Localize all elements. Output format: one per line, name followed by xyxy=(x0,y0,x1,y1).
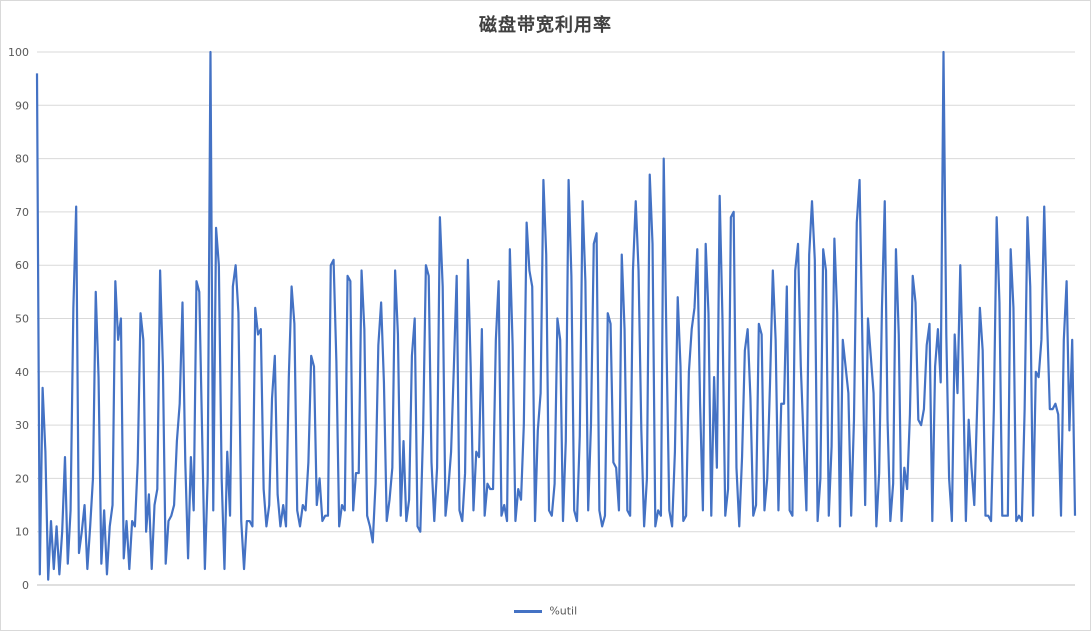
y-tick-label-70: 70 xyxy=(15,206,29,219)
y-tick-label-0: 0 xyxy=(22,579,29,592)
y-tick-label-40: 40 xyxy=(15,366,29,379)
y-tick-label-100: 100 xyxy=(8,46,29,59)
y-tick-label-90: 90 xyxy=(15,99,29,112)
series-line-util xyxy=(35,50,1077,581)
legend-swatch-util xyxy=(513,609,542,613)
series-layer xyxy=(35,50,1077,581)
y-tick-label-60: 60 xyxy=(15,259,29,272)
y-tick-label-30: 30 xyxy=(15,419,29,432)
legend-label-util: %util xyxy=(549,604,578,618)
y-tick-label-10: 10 xyxy=(15,526,29,539)
legend: %util xyxy=(1,604,1090,618)
y-axis-tick-labels: 0 10 20 30 40 50 60 70 80 90 100 xyxy=(8,46,29,592)
chart-plot-area: 0 10 20 30 40 50 60 70 80 90 100 xyxy=(8,46,1077,592)
chart-frame: 磁盘带宽利用率 0 10 20 30 40 50 60 70 80 90 100 %util xyxy=(0,0,1091,631)
y-tick-label-80: 80 xyxy=(15,153,29,166)
y-tick-label-20: 20 xyxy=(15,472,29,485)
y-tick-label-50: 50 xyxy=(15,313,29,326)
